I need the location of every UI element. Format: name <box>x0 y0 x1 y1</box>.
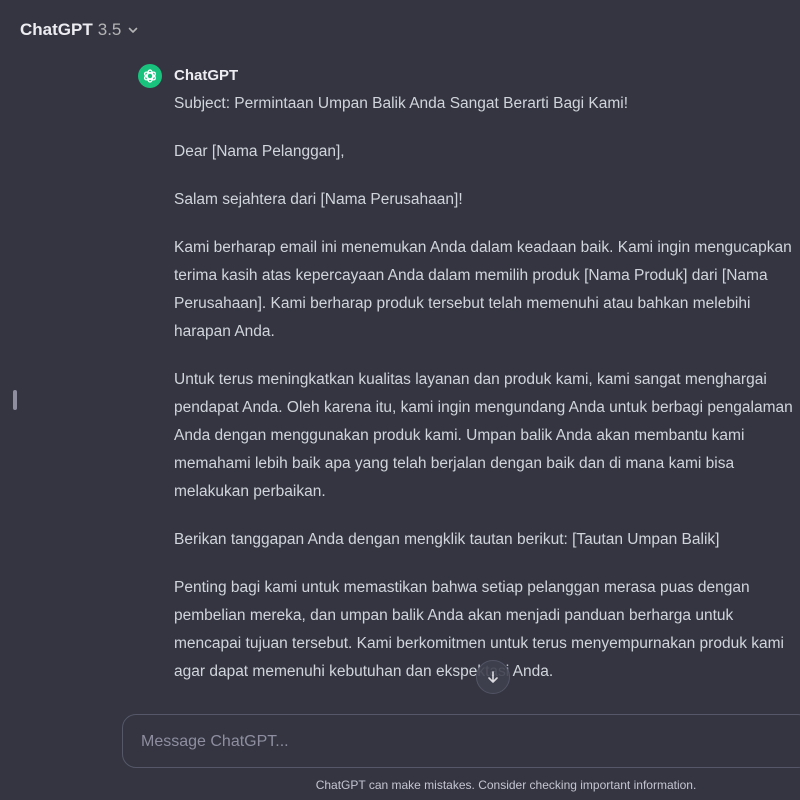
message-paragraph: Untuk terus meningkatkan kualitas layana… <box>174 371 793 500</box>
message-paragraph: Subject: Permintaan Umpan Balik Anda San… <box>174 95 629 112</box>
message-input[interactable] <box>139 715 743 769</box>
message-content: Subject: Permintaan Umpan Balik Anda San… <box>174 90 794 706</box>
disclaimer-note: ChatGPT can make mistakes. Consider chec… <box>315 778 697 792</box>
scroll-to-bottom-button[interactable] <box>476 660 510 694</box>
model-selector[interactable]: ChatGPT 3.5 <box>12 14 147 46</box>
openai-logo-icon <box>138 64 162 88</box>
message-paragraph: Dear [Nama Pelanggan], <box>174 143 345 160</box>
message-paragraph: Berikan tanggapan Anda dengan mengklik t… <box>174 531 720 548</box>
model-version: 3.5 <box>97 20 122 39</box>
composer-area: ChatGPT can make mistakes. Consider chec… <box>0 700 800 800</box>
arrow-down-icon <box>485 669 501 685</box>
chevron-down-icon <box>127 24 139 36</box>
message-author: ChatGPT <box>174 67 239 84</box>
message-composer <box>122 714 800 769</box>
message-paragraph: Salam sejahtera dari [Nama Perusahaan]! <box>174 191 463 208</box>
assistant-message: ChatGPT Subject: Permintaan Umpan Balik … <box>138 64 800 714</box>
sidebar-toggle-handle[interactable] <box>13 390 17 410</box>
top-bar: ChatGPT 3.5 <box>0 0 800 60</box>
message-paragraph: Kami berharap email ini menemukan Anda d… <box>174 239 792 340</box>
model-name: ChatGPT <box>20 20 93 39</box>
